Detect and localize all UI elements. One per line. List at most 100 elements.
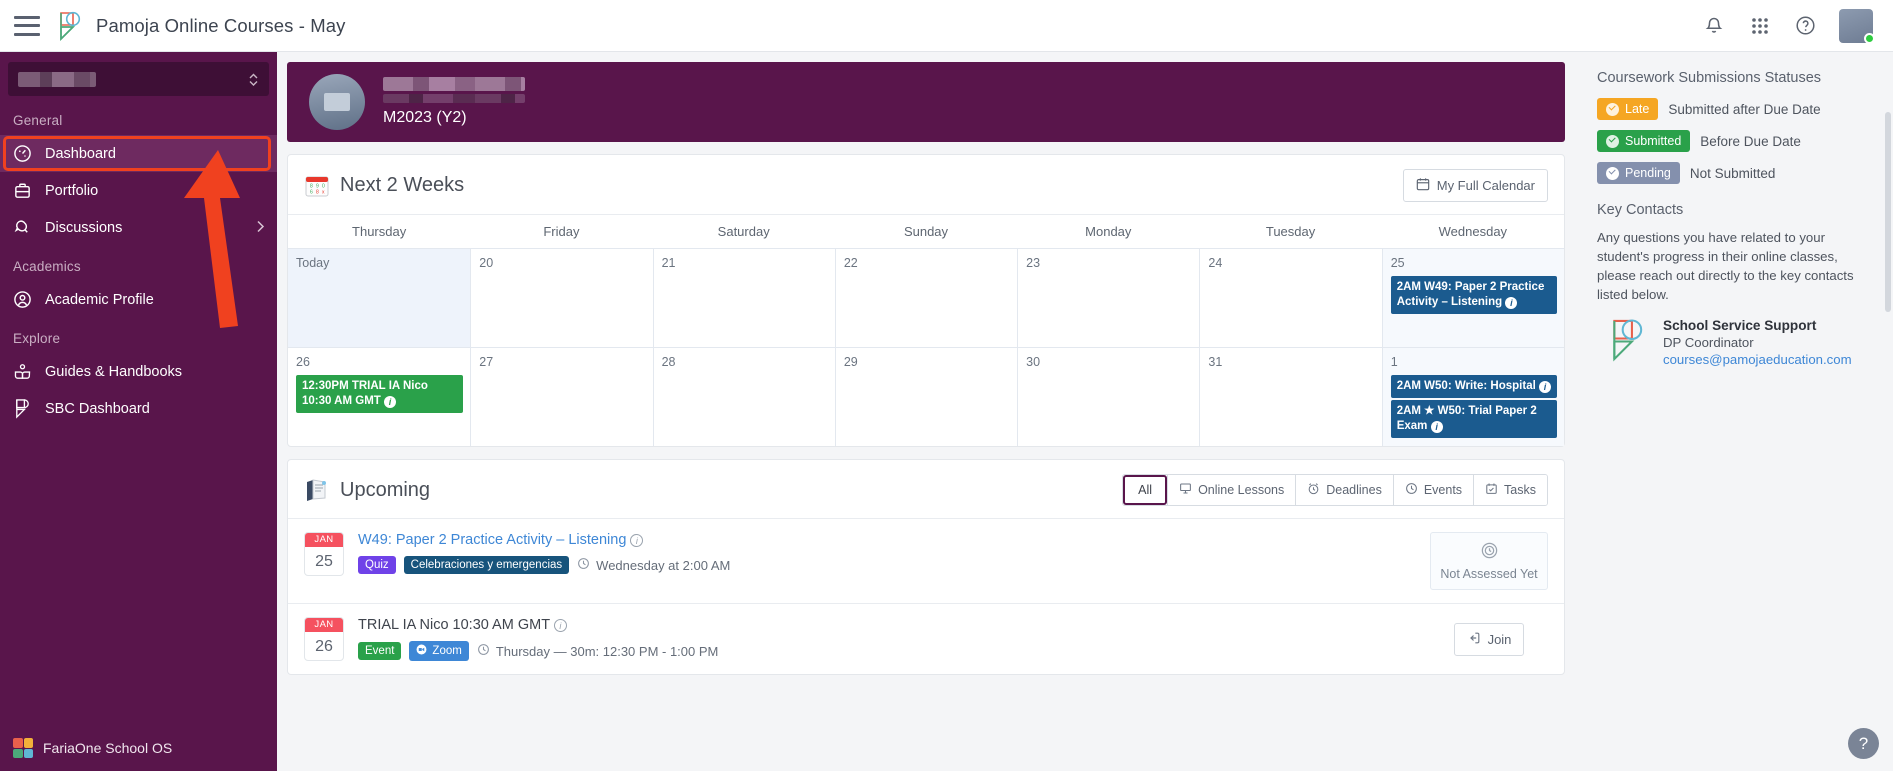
calendar-day-cell[interactable]: 29 [834,348,1017,446]
page-title: Pamoja Online Courses - May [96,14,346,36]
weekday-saturday: Saturday [717,224,770,239]
calendar-weekday-header: Thursday Friday Saturday Sunday Monday T… [288,214,1564,248]
sidebar-item-academic-profile[interactable]: Academic Profile [0,281,277,318]
info-icon[interactable]: i [630,534,644,547]
when-text: Wednesday at 2:00 AM [596,557,731,573]
filter-online-lessons[interactable]: Online Lessons [1167,475,1296,505]
calendar-day-cell[interactable]: 20 [470,249,652,347]
info-icon[interactable]: i [1505,297,1518,309]
calendar-event[interactable]: 2AM ★ W50: Trial Paper 2 Exam i [1390,400,1557,438]
sidebar-item-label: Discussions [45,219,123,236]
day-number: 30 [1026,355,1041,369]
calendar-day-cell[interactable]: 1 2AM W50: Write: Hospital i 2AM ★ W50: … [1381,348,1564,446]
calendar-event[interactable]: 2AM W50: Write: Hospital i [1390,375,1557,398]
filter-deadlines[interactable]: Deadlines [1295,475,1393,505]
calendar-day-cell[interactable]: 30 [1017,348,1199,446]
weekday-sunday: Sunday [903,224,949,239]
calendar-day-cell[interactable]: 23 [1017,249,1199,347]
hamburger-icon[interactable] [14,15,40,36]
upcoming-item[interactable]: JAN 26 TRIAL IA Nico 10:30 AM GMT i Even… [288,603,1564,674]
calendar-day-cell[interactable]: 28 [652,348,835,446]
calendar-day-cell[interactable]: 24 [1199,249,1381,347]
upcoming-item[interactable]: JAN 25 W49: Paper 2 Practice Activity – … [288,518,1564,603]
help-fab-button[interactable]: ? [1848,728,1879,759]
key-contact-details: School Service Support DP Coordinator co… [1663,318,1852,367]
filter-group: All Online Lessons Deadlines Events Task… [1122,474,1548,506]
calendar-event[interactable]: 12:30PM TRIAL IA Nico 10:30 AM GMT i [296,375,464,413]
upcoming-item-meta: Quiz Celebraciones y emergencias Wednesd… [358,556,1416,574]
info-icon[interactable]: i [1430,421,1443,433]
info-icon[interactable]: i [553,619,567,632]
weekday-monday: Monday [1085,224,1132,239]
my-full-calendar-button[interactable]: My Full Calendar [1402,169,1548,202]
info-icon[interactable]: i [1538,381,1551,393]
speedometer-icon [12,143,33,164]
school-selector[interactable] [8,62,269,96]
top-bar-actions [1701,8,1875,44]
contact-email-link[interactable]: courses@pamojaeducation.com [1663,352,1852,367]
sidebar-item-discussions[interactable]: Discussions [0,209,277,246]
day-number: 26 [296,355,310,369]
status-pill-label: Late [1625,102,1650,116]
sidebar-section-explore: Explore [13,331,61,346]
status-description: Not Submitted [1689,165,1776,181]
coursework-statuses-title: Coursework Submissions Statuses [1597,70,1822,86]
clock-icon [1606,166,1619,180]
calendar-day-cell[interactable]: 27 [470,348,652,446]
filter-label: Online Lessons [1198,483,1285,497]
calendar-day-cell[interactable]: 21 [652,249,835,347]
sidebar-item-label: SBC Dashboard [45,400,150,417]
clock-icon [1405,482,1418,498]
date-month: JAN [305,533,343,547]
scrollbar-thumb[interactable] [1885,112,1891,312]
upcoming-item-title[interactable]: TRIAL IA Nico 10:30 AM GMT i [358,617,1416,633]
faria-label: FariaOne School OS [43,740,173,756]
sidebar-item-label: Portfolio [45,182,99,199]
sidebar-item-dashboard[interactable]: Dashboard [0,135,277,172]
calendar-event-text: 2AM W49: Paper 2 Practice Activity – Lis… [1396,281,1545,308]
sidebar-section-academics: Academics [13,259,81,274]
help-circle-icon[interactable] [1793,13,1818,38]
chevron-right-icon[interactable] [256,220,265,236]
day-number: 24 [1208,256,1223,270]
sidebar-item-portfolio[interactable]: Portfolio [0,172,277,209]
zoom-icon [416,644,427,658]
calendar-day-cell[interactable]: 25 2AM W49: Paper 2 Practice Activity – … [1381,249,1564,347]
join-arrow-icon [1467,631,1481,648]
filter-tasks[interactable]: Tasks [1473,475,1547,505]
date-month: JAN [305,618,343,632]
weekday-wednesday: Wednesday [1438,224,1508,239]
course-avatar [309,74,365,130]
svg-text:6: 6 [310,189,313,195]
calendar-day-cell[interactable]: 31 [1199,348,1381,446]
calendar-emoji: 8 9 0 6 8 x [304,173,330,199]
filter-events[interactable]: Events [1392,475,1474,505]
day-number: 21 [661,256,676,270]
avatar[interactable] [1839,8,1875,44]
filter-all[interactable]: All [1123,475,1168,505]
sidebar-item-label: Dashboard [45,145,116,162]
when-text: Thursday — 30m: 12:30 PM - 1:00 PM [495,643,719,659]
sidebar-item-label: Academic Profile [45,291,154,308]
bell-icon[interactable] [1701,13,1726,38]
day-number: 23 [1026,256,1041,270]
apps-grid-icon[interactable] [1747,13,1772,38]
calendar-event-text: 12:30PM TRIAL IA Nico 10:30 AM GMT [302,380,428,407]
clock-icon [577,557,590,573]
calendar-day-cell[interactable]: 22 [834,249,1017,347]
tag-quiz: Quiz [358,556,396,574]
info-icon[interactable]: i [384,396,397,408]
calendar-day-cell[interactable]: Today [288,249,471,347]
sidebar-item-sbc-dashboard[interactable]: SBC Dashboard [0,390,277,427]
sidebar-item-guides-handbooks[interactable]: Guides & Handbooks [0,353,277,390]
day-number: 27 [479,355,494,369]
tag-zoom-label: Zoom [432,645,462,657]
date-day: 25 [315,553,333,570]
calendar-day-cell[interactable]: 26 12:30PM TRIAL IA Nico 10:30 AM GMT i [288,348,470,446]
faria-school-os-link[interactable]: FariaOne School OS [0,725,277,771]
join-button[interactable]: Join [1453,622,1525,656]
calendar-event[interactable]: 2AM W49: Paper 2 Practice Activity – Lis… [1390,276,1557,314]
upcoming-item-title[interactable]: W49: Paper 2 Practice Activity – Listeni… [358,532,1416,548]
weekday-friday: Friday [543,224,580,239]
next-2-weeks-header: 8 9 0 6 8 x Next 2 Weeks My Full Calenda… [288,155,1564,214]
